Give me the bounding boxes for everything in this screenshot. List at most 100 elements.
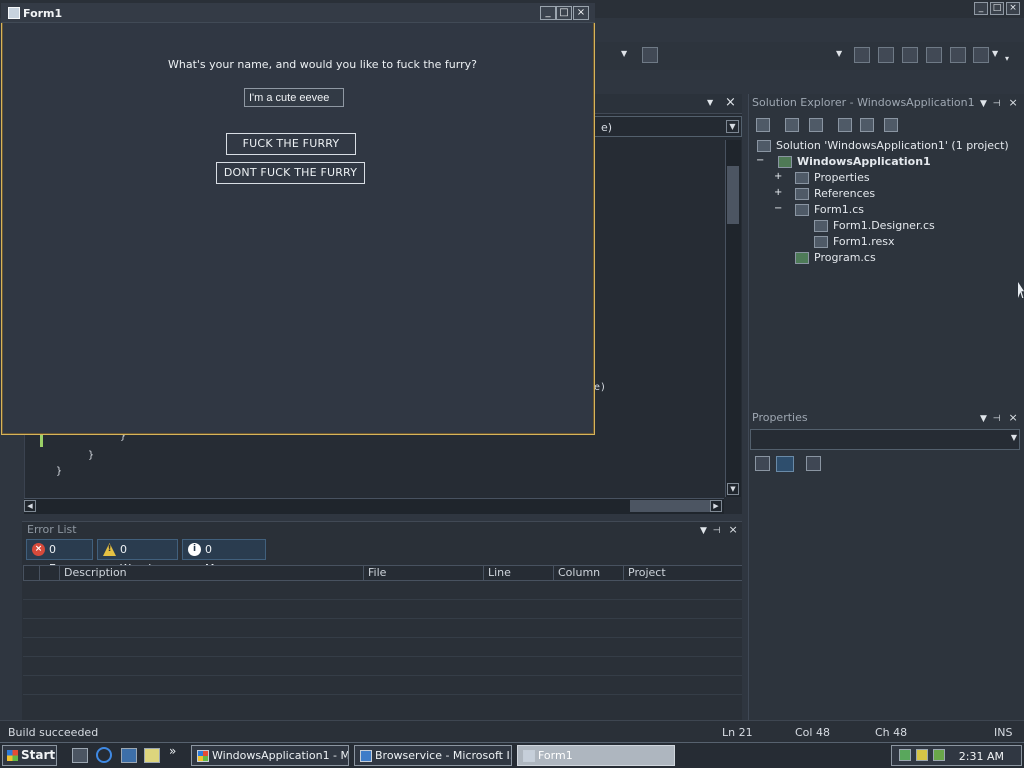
panel-pin-icon[interactable]: ⊣ [993, 99, 1001, 109]
form-close-button[interactable]: × [573, 6, 589, 20]
form1-resx-tree-item[interactable]: Form1.resx [814, 235, 895, 248]
categorized-icon[interactable] [755, 456, 770, 471]
properties-object-combo[interactable]: ▼ [750, 429, 1020, 450]
panel-close-icon[interactable]: × [1009, 411, 1018, 424]
editor-close-icon[interactable]: × [725, 95, 736, 110]
view-designer-icon[interactable] [860, 118, 874, 132]
error-list-grid-line [23, 694, 742, 695]
error-list-grid-line [23, 656, 742, 657]
start-page-icon[interactable] [950, 47, 966, 63]
editor-scroll-right-icon[interactable]: ▶ [710, 500, 722, 512]
network-icon[interactable] [899, 749, 911, 761]
project-tree-item[interactable]: WindowsApplication1 [778, 155, 931, 168]
editor-scroll-left-icon[interactable]: ◀ [24, 500, 36, 512]
dont-fuck-the-furry-button[interactable]: DONT FUCK THE FURRY [216, 162, 365, 184]
program-tree-item[interactable]: Program.cs [795, 251, 876, 264]
quick-launch-more-icon[interactable]: » [169, 744, 176, 758]
solution-explorer-controls: ▼ ⊣ × [980, 96, 1018, 109]
number-column-header[interactable] [39, 566, 59, 581]
open-folder-icon[interactable] [642, 47, 658, 63]
editor-tab-dropdown-icon[interactable]: ▼ [707, 98, 713, 107]
panel-dropdown-icon[interactable]: ▼ [980, 414, 987, 424]
references-icon [795, 188, 809, 200]
errors-tab[interactable]: × 0 Errors [26, 539, 93, 575]
show-desktop-icon[interactable] [72, 748, 88, 763]
form1-designer-tree-item[interactable]: Form1.Designer.cs [814, 219, 935, 232]
toolbar-dropdown-arrow-2[interactable]: ▼ [836, 49, 844, 58]
fuck-the-furry-button[interactable]: FUCK THE FURRY [226, 133, 356, 155]
class-diagram-icon[interactable] [884, 118, 898, 132]
line-column-header[interactable]: Line [483, 566, 553, 581]
form1-tree-item[interactable]: Form1.cs [795, 203, 864, 216]
alphabetical-icon[interactable] [776, 456, 794, 472]
command-window-icon[interactable] [973, 47, 989, 63]
form-minimize-button[interactable]: _ [540, 6, 556, 20]
ide-window-controls: _ □ × [974, 2, 1020, 15]
find-icon[interactable] [854, 47, 870, 63]
show-all-files-icon[interactable] [785, 118, 799, 132]
member-combo[interactable]: e) ▼ [594, 116, 742, 137]
member-combo-arrow-icon[interactable]: ▼ [726, 120, 739, 133]
panel-pin-icon[interactable]: ⊣ [993, 414, 1001, 424]
panel-dropdown-icon[interactable]: ▼ [700, 526, 707, 536]
form-prompt-label: What's your name, and would you like to … [168, 58, 477, 71]
properties-tree-item[interactable]: Properties [795, 171, 870, 184]
error-list-grid-line [23, 637, 742, 638]
warnings-tab[interactable]: ! 0 Warnings [97, 539, 178, 575]
panel-pin-icon[interactable]: ⊣ [713, 526, 721, 536]
refresh-icon[interactable] [809, 118, 823, 132]
panel-dropdown-icon[interactable]: ▼ [980, 99, 987, 109]
name-input[interactable] [244, 88, 344, 107]
editor-vertical-scroll-thumb[interactable] [727, 166, 739, 224]
form1-task-button[interactable]: Form1 [517, 745, 675, 766]
ide-minimize-button[interactable]: _ [974, 2, 988, 15]
properties-combo-arrow-icon[interactable]: ▼ [1011, 433, 1017, 442]
form-collapse-icon[interactable]: − [774, 203, 782, 214]
explorer-icon[interactable] [144, 748, 160, 763]
browservice-task-button[interactable]: Browservice - Microsoft I... [354, 745, 512, 766]
file-column-header[interactable]: File [363, 566, 483, 581]
start-button[interactable]: Start [2, 745, 57, 766]
panel-close-icon[interactable]: × [1009, 96, 1018, 109]
solution-explorer-title: Solution Explorer - WindowsApplication1 [752, 96, 975, 109]
ide-close-button[interactable]: × [1006, 2, 1020, 15]
column-column-header[interactable]: Column [553, 566, 623, 581]
project-column-header[interactable]: Project [623, 566, 742, 581]
toolbox-icon[interactable] [926, 47, 942, 63]
error-list-grid-line [23, 618, 742, 619]
error-list-controls: ▼ ⊣ × [700, 523, 738, 536]
visual-studio-task-button[interactable]: WindowsApplication1 - Mi... [191, 745, 349, 766]
project-icon [778, 156, 792, 168]
panel-close-icon[interactable]: × [729, 523, 738, 536]
tray-app-icon[interactable] [933, 749, 945, 761]
toolbar-options-icon[interactable]: ▾ [1005, 54, 1009, 63]
internet-explorer-icon[interactable] [96, 747, 112, 763]
editor-tab-strip: ▼ × [594, 94, 742, 114]
object-browser-icon[interactable] [902, 47, 918, 63]
ide-maximize-button[interactable]: □ [990, 2, 1004, 15]
change-marker [40, 433, 43, 447]
clock: 2:31 AM [958, 750, 1004, 763]
form-maximize-button[interactable]: □ [556, 6, 572, 20]
security-icon[interactable] [916, 749, 928, 761]
view-code-icon[interactable] [838, 118, 852, 132]
references-expand-icon[interactable]: + [774, 187, 782, 198]
description-column-header[interactable]: Description [59, 566, 363, 581]
outlook-icon[interactable] [121, 748, 137, 763]
editor-horizontal-scrollbar[interactable] [24, 498, 724, 514]
references-tree-item[interactable]: References [795, 187, 875, 200]
error-list-title: Error List [27, 523, 77, 536]
project-collapse-icon[interactable]: − [756, 155, 764, 166]
solution-tree-item[interactable]: Solution 'WindowsApplication1' (1 projec… [757, 139, 1009, 152]
toolbar-dropdown-arrow-1[interactable]: ▼ [621, 49, 629, 58]
properties-window-icon[interactable] [878, 47, 894, 63]
error-filter-tabs: × 0 Errors ! 0 Warnings i 0 Messages [24, 539, 266, 575]
toolbar-overflow-arrow[interactable]: ▼ [992, 49, 998, 58]
editor-horizontal-scroll-thumb[interactable] [630, 500, 710, 512]
properties-icon[interactable] [756, 118, 770, 132]
editor-scroll-down-icon[interactable]: ▼ [727, 483, 739, 495]
messages-tab[interactable]: i 0 Messages [182, 539, 266, 575]
severity-column-header[interactable] [23, 566, 39, 581]
property-pages-icon[interactable] [806, 456, 821, 471]
properties-expand-icon[interactable]: + [774, 171, 782, 182]
